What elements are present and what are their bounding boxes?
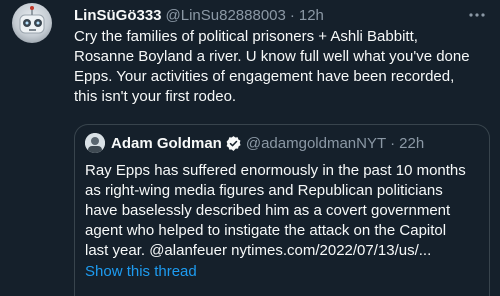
tweet-text: Cry the families of political prisoners … [74,27,492,107]
quoted-display-name[interactable]: Adam Goldman [111,135,222,152]
quoted-text-line: Ray Epps has suffered enormously in the … [85,162,466,179]
quoted-user-handle[interactable]: @adamgoldmanNYT [246,135,386,152]
tweet-header: LinSüGö333 @LinSu82888003 · 12h [74,4,324,26]
robot-avatar-icon [19,6,45,34]
mention-link[interactable]: @alanfeuer [149,242,227,259]
more-options-button[interactable] [466,4,488,26]
separator-dot: · [289,6,295,24]
display-name[interactable]: LinSüGö333 [74,7,162,24]
person-avatar-icon [85,133,105,153]
tweet[interactable]: LinSüGö333 @LinSu82888003 · 12h Cry the … [0,0,500,296]
quoted-text-line: last year. @alanfeuer nytimes.com/2022/0… [85,241,485,261]
quoted-tweet-text: Ray Epps has suffered enormously in the … [85,161,485,261]
timestamp[interactable]: 12h [299,7,324,24]
tweet-text-line: this isn't your first rodeo. [74,88,237,105]
tweet-text-line: Rosanne Boyland a river. U know full wel… [74,48,470,65]
separator-dot: · [390,134,396,152]
tweet-text-line: Epps. Your activities of engagement have… [74,68,455,85]
quoted-text-line: agent who helped to instigate the attack… [85,222,447,239]
quoted-avatar[interactable] [85,133,105,153]
quoted-text-prefix: last year. [85,242,150,259]
show-thread-link[interactable]: Show this thread [85,263,197,280]
quoted-text-line: as right-wing media figures and Republic… [85,182,443,199]
user-handle[interactable]: @LinSu82888003 [166,7,286,24]
verified-badge-icon [225,135,242,152]
more-horizontal-icon [469,13,485,17]
quoted-text-line: have baselessly described him as a cover… [85,202,451,219]
quoted-tweet-header: Adam Goldman @adamgoldmanNYT · 22h [85,133,424,153]
quoted-tweet[interactable]: Adam Goldman @adamgoldmanNYT · 22h Ray E… [74,124,490,296]
article-link[interactable]: nytimes.com/2022/07/13/us/... [231,242,431,259]
avatar[interactable] [12,3,52,43]
tweet-text-line: Cry the families of political prisoners … [74,28,418,45]
quoted-timestamp[interactable]: 22h [399,135,424,152]
